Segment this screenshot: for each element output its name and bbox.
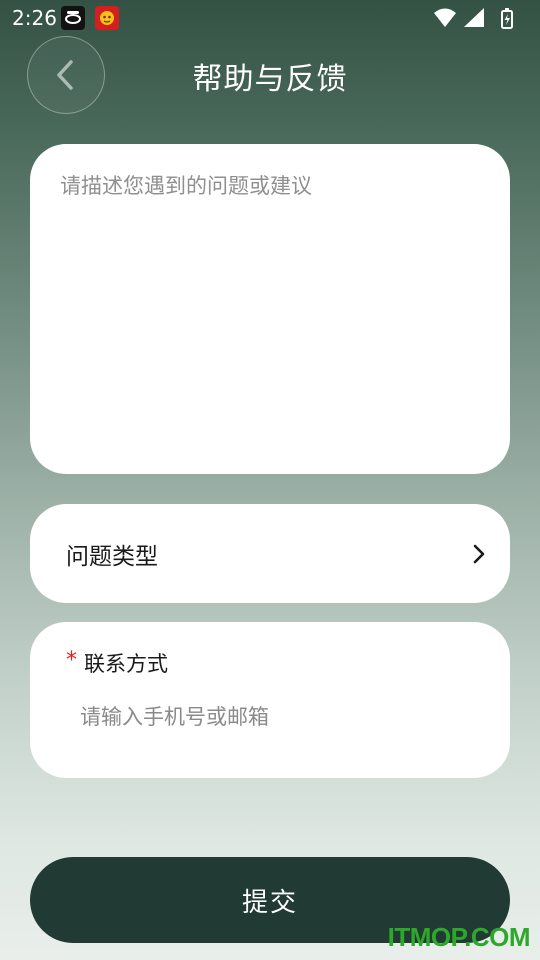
submit-label: 提交 bbox=[241, 886, 298, 917]
page-title: 帮助与反馈 bbox=[192, 62, 348, 97]
status-bar: 2:26 bbox=[0, 0, 540, 36]
required-marker: * bbox=[66, 648, 77, 673]
wifi-icon bbox=[434, 8, 456, 27]
issue-type-selector[interactable]: 问题类型 bbox=[30, 504, 510, 603]
chevron-right-icon bbox=[473, 544, 485, 563]
cellular-signal-icon bbox=[464, 8, 484, 27]
feedback-textarea[interactable] bbox=[60, 170, 480, 448]
notification-app-icon bbox=[95, 6, 119, 30]
watermark: ITMOP.COM bbox=[387, 922, 531, 952]
issue-type-label: 问题类型 bbox=[66, 543, 158, 570]
notification-app-icon bbox=[61, 6, 85, 30]
contact-label: 联系方式 bbox=[84, 652, 168, 676]
contact-input[interactable] bbox=[80, 700, 480, 734]
feedback-card bbox=[30, 144, 510, 474]
contact-card: * 联系方式 bbox=[30, 622, 510, 778]
battery-icon bbox=[501, 8, 513, 29]
status-indicators bbox=[432, 6, 522, 30]
status-time: 2:26 bbox=[12, 6, 57, 30]
